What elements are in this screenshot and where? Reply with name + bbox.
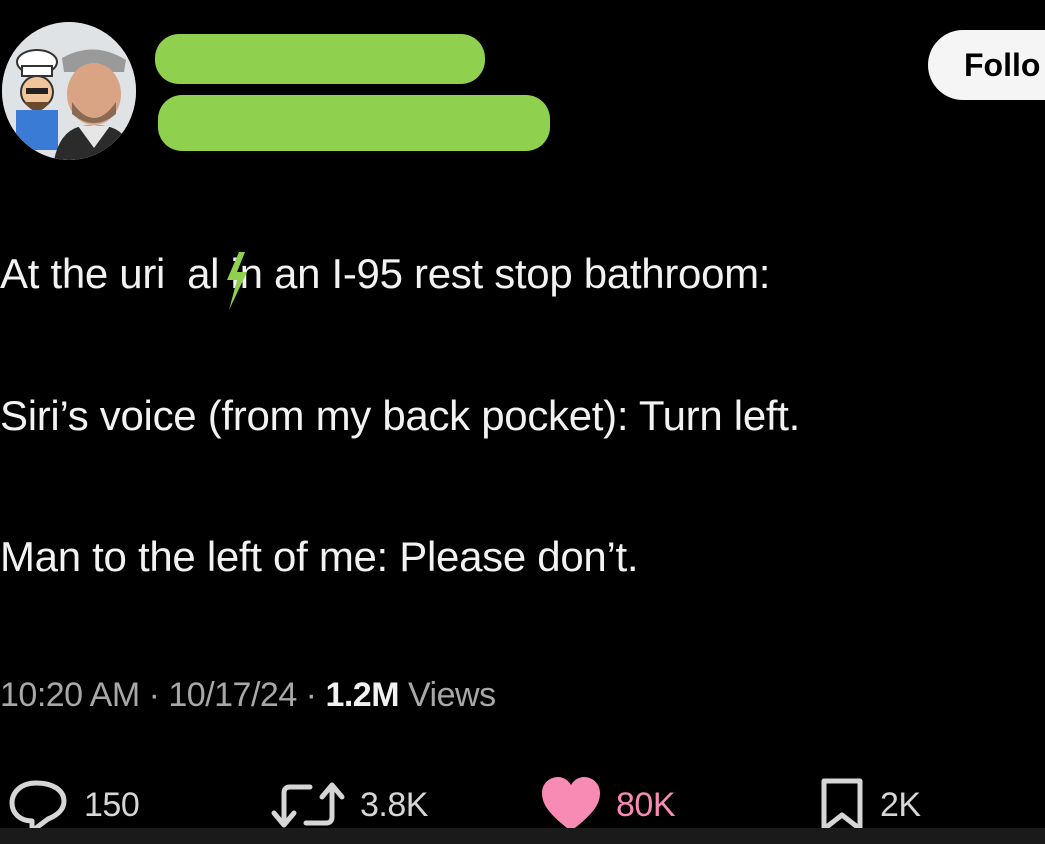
tweet-date[interactable]: 10/17/24 [168,676,297,714]
reply-icon [9,780,67,834]
reply-count: 150 [84,785,140,824]
views-label: Views [399,676,496,714]
follow-button-label: Follo [964,47,1041,83]
tweet-line-1: At the uri al in an I-95 rest stop bathro… [0,250,770,298]
tweet-line-3: Man to the left of me: Please don’t. [0,533,639,580]
meta-separator: · [296,676,326,714]
bookmark-count: 2K [880,785,921,824]
repost-count: 3.8K [360,785,428,824]
bottom-divider [0,828,1045,844]
tweet-line-2: Siri’s voice (from my back pocket): Turn… [0,392,800,439]
green-scribble-mark [227,252,247,310]
heart-icon [542,777,600,831]
tweet-meta: 10:20 AM · 10/17/24 · 1.2M Views [0,676,496,715]
repost-icon [271,782,345,828]
tweet-line-1-start: At the uri [0,250,166,297]
redacted-handle [158,95,550,151]
avatar[interactable] [2,22,136,160]
views-count: 1.2M [325,676,400,714]
avatar-image [2,22,136,160]
meta-separator: · [139,676,169,714]
bookmark-icon [821,778,863,832]
redacted-display-name [155,34,485,84]
follow-button[interactable]: Follo [928,30,1045,100]
like-count: 80K [616,785,676,824]
tweet-line-1-end: al in an I-95 rest stop bathroom: [187,250,771,297]
tweet-time[interactable]: 10:20 AM [0,676,140,714]
